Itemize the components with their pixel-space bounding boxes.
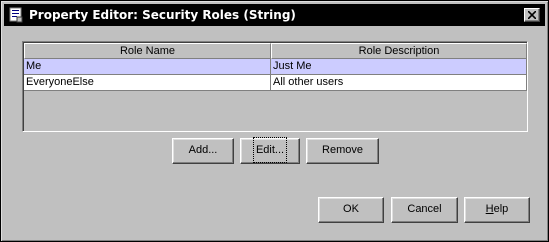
column-header-role-name[interactable]: Role Name [24, 43, 271, 59]
role-description-cell[interactable]: All other users [271, 75, 527, 91]
role-description-cell[interactable]: Just Me [271, 59, 527, 75]
table-row[interactable]: EveryoneElse All other users [24, 75, 527, 91]
column-header-role-description[interactable]: Role Description [271, 43, 527, 59]
role-name-cell[interactable]: EveryoneElse [24, 75, 271, 91]
help-mnemonic: H [485, 203, 494, 215]
cancel-button[interactable]: Cancel [391, 197, 458, 223]
window-title: Property Editor: Security Roles (String) [29, 8, 296, 22]
roles-table[interactable]: Role Name Role Description Me Just Me Ev… [22, 41, 528, 132]
table-body: Me Just Me EveryoneElse All other users [24, 59, 527, 91]
remove-button[interactable]: Remove [306, 138, 379, 164]
close-button[interactable] [524, 8, 540, 22]
property-editor-dialog: Property Editor: Security Roles (String)… [0, 0, 549, 242]
role-name-cell[interactable]: Me [24, 59, 271, 75]
ok-button[interactable]: OK [318, 197, 384, 223]
add-button[interactable]: Add... [172, 138, 234, 164]
property-editor-icon [8, 7, 24, 23]
help-button[interactable]: Help [464, 197, 530, 223]
close-icon [528, 11, 536, 19]
edit-button[interactable]: Edit... [240, 137, 300, 164]
table-row[interactable]: Me Just Me [24, 59, 527, 75]
title-bar[interactable]: Property Editor: Security Roles (String) [4, 4, 545, 26]
table-header: Role Name Role Description [24, 43, 527, 59]
help-label-rest: elp [493, 203, 509, 215]
